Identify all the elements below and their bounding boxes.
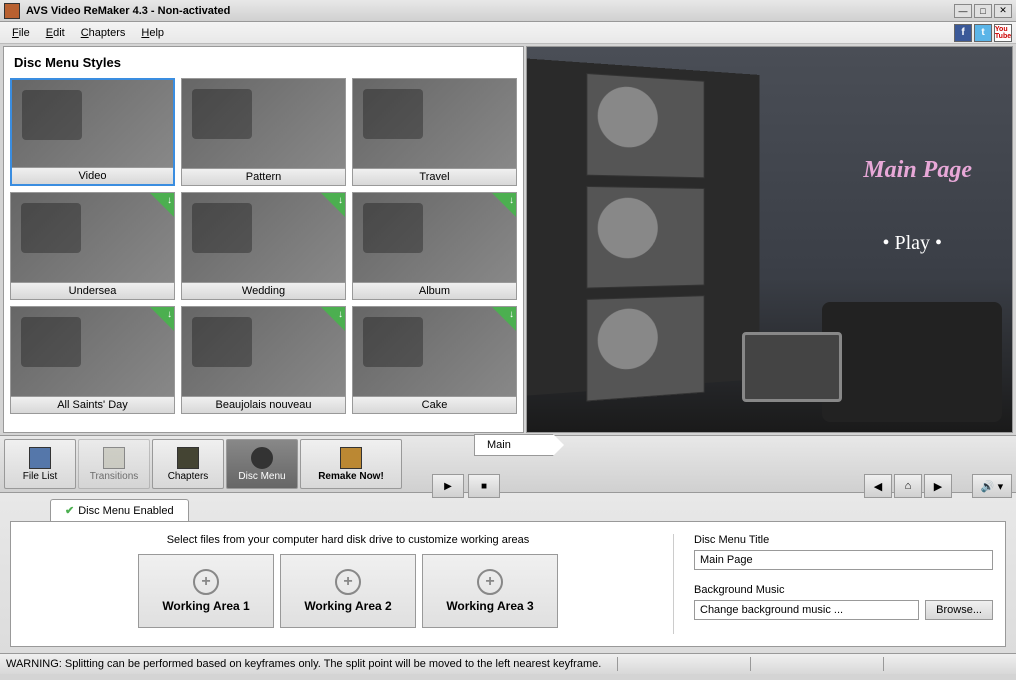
filelist-button[interactable]: File List [4, 439, 76, 489]
style-card-pattern[interactable]: Pattern [181, 78, 346, 186]
discmenu-icon [251, 447, 273, 469]
check-icon: ✔ [65, 504, 74, 517]
tab-label: Disc Menu Enabled [78, 505, 173, 517]
style-thumbnail [12, 80, 173, 167]
chapters-icon [177, 447, 199, 469]
statusbar: WARNING: Splitting can be performed base… [0, 653, 1016, 674]
style-label: Pattern [182, 168, 345, 185]
menu-chapters[interactable]: Chapters [73, 25, 134, 41]
plus-icon: + [193, 569, 219, 595]
youtube-button[interactable]: YouTube [994, 24, 1012, 42]
working-area-1[interactable]: + Working Area 1 [138, 554, 274, 628]
style-label: Travel [353, 168, 516, 185]
browse-button[interactable]: Browse... [925, 600, 993, 620]
style-label: Cake [353, 396, 516, 413]
panel-title: Disc Menu Styles [4, 47, 523, 78]
style-thumbnail [182, 79, 345, 168]
plus-icon: + [477, 569, 503, 595]
disc-menu-title-input[interactable] [694, 550, 993, 570]
working-areas-section: Select files from your computer hard dis… [23, 534, 673, 634]
remake-button[interactable]: Remake Now! [300, 439, 402, 489]
style-card-beaujolais-nouveau[interactable]: Beaujolais nouveau [181, 306, 346, 414]
filelist-icon [29, 447, 51, 469]
style-label: Beaujolais nouveau [182, 396, 345, 413]
styles-panel: Disc Menu Styles Video Pattern Travel Under… [3, 46, 524, 433]
working-area-instruction: Select files from your computer hard dis… [23, 534, 673, 546]
download-badge-icon [150, 193, 174, 217]
discmenu-button[interactable]: Disc Menu [226, 439, 298, 489]
style-card-undersea[interactable]: Undersea [10, 192, 175, 300]
camcorder-graphic [822, 302, 1002, 422]
tab-disc-menu-enabled[interactable]: ✔ Disc Menu Enabled [50, 499, 189, 521]
minimize-button[interactable]: — [954, 4, 972, 18]
menubar: File Edit Chapters Help f t YouTube [0, 22, 1016, 44]
menu-help[interactable]: Help [133, 25, 172, 41]
preview-play-text[interactable]: • Play • [882, 232, 942, 255]
play-button[interactable]: ▶ [432, 474, 464, 498]
chapters-button[interactable]: Chapters [152, 439, 224, 489]
volume-button[interactable]: 🔊 ▾ [972, 474, 1012, 498]
working-area-label: Working Area 3 [446, 599, 533, 613]
bottom-panel: ✔ Disc Menu Enabled Select files from yo… [0, 493, 1016, 653]
form-section: Disc Menu Title Background Music Browse.… [673, 534, 993, 634]
working-area-3[interactable]: + Working Area 3 [422, 554, 558, 628]
preview-title-text: Main Page [863, 157, 972, 184]
close-button[interactable]: ✕ [994, 4, 1012, 18]
style-label: All Saints' Day [11, 396, 174, 413]
music-label: Background Music [694, 584, 993, 596]
menu-edit[interactable]: Edit [38, 25, 73, 41]
menu-file[interactable]: File [4, 25, 38, 41]
style-card-video[interactable]: Video [10, 78, 175, 186]
title-label: Disc Menu Title [694, 534, 993, 546]
nav-next-button[interactable]: ▶ [924, 474, 952, 498]
stop-button[interactable]: ■ [468, 474, 500, 498]
transitions-icon [103, 447, 125, 469]
style-label: Wedding [182, 282, 345, 299]
style-card-all-saints-day[interactable]: All Saints' Day [10, 306, 175, 414]
titlebar: AVS Video ReMaker 4.3 - Non-activated — … [0, 0, 1016, 22]
film-strip [526, 58, 759, 396]
download-badge-icon [492, 193, 516, 217]
discmenu-label: Disc Menu [238, 471, 285, 482]
style-card-wedding[interactable]: Wedding [181, 192, 346, 300]
facebook-button[interactable]: f [954, 24, 972, 42]
download-badge-icon [321, 307, 345, 331]
breadcrumb-label: Main [487, 439, 511, 451]
download-badge-icon [492, 307, 516, 331]
toolbar: File List Transitions Chapters Disc Menu… [0, 435, 1016, 493]
nav-home-button[interactable]: ⌂ [894, 474, 922, 498]
background-music-input[interactable] [694, 600, 919, 620]
maximize-button[interactable]: □ [974, 4, 992, 18]
working-area-label: Working Area 2 [304, 599, 391, 613]
download-badge-icon [150, 307, 174, 331]
nav-prev-button[interactable]: ◀ [864, 474, 892, 498]
status-text: WARNING: Splitting can be performed base… [6, 658, 601, 670]
remake-icon [340, 447, 362, 469]
remake-label: Remake Now! [318, 471, 384, 482]
chapters-label: Chapters [168, 471, 209, 482]
transitions-button: Transitions [78, 439, 150, 489]
style-card-cake[interactable]: Cake [352, 306, 517, 414]
style-card-travel[interactable]: Travel [352, 78, 517, 186]
style-thumbnail [353, 79, 516, 168]
style-label: Undersea [11, 282, 174, 299]
filelist-label: File List [23, 471, 57, 482]
twitter-button[interactable]: t [974, 24, 992, 42]
plus-icon: + [335, 569, 361, 595]
window-title: AVS Video ReMaker 4.3 - Non-activated [26, 5, 952, 17]
styles-grid[interactable]: Video Pattern Travel Undersea Wedding Album Al… [4, 78, 523, 432]
style-label: Video [12, 167, 173, 184]
style-label: Album [353, 282, 516, 299]
preview-panel: Main Page • Play • [526, 46, 1013, 433]
transitions-label: Transitions [90, 471, 139, 482]
breadcrumb[interactable]: Main [474, 434, 554, 456]
working-area-2[interactable]: + Working Area 2 [280, 554, 416, 628]
working-area-label: Working Area 1 [162, 599, 249, 613]
style-card-album[interactable]: Album [352, 192, 517, 300]
app-icon [4, 3, 20, 19]
download-badge-icon [321, 193, 345, 217]
